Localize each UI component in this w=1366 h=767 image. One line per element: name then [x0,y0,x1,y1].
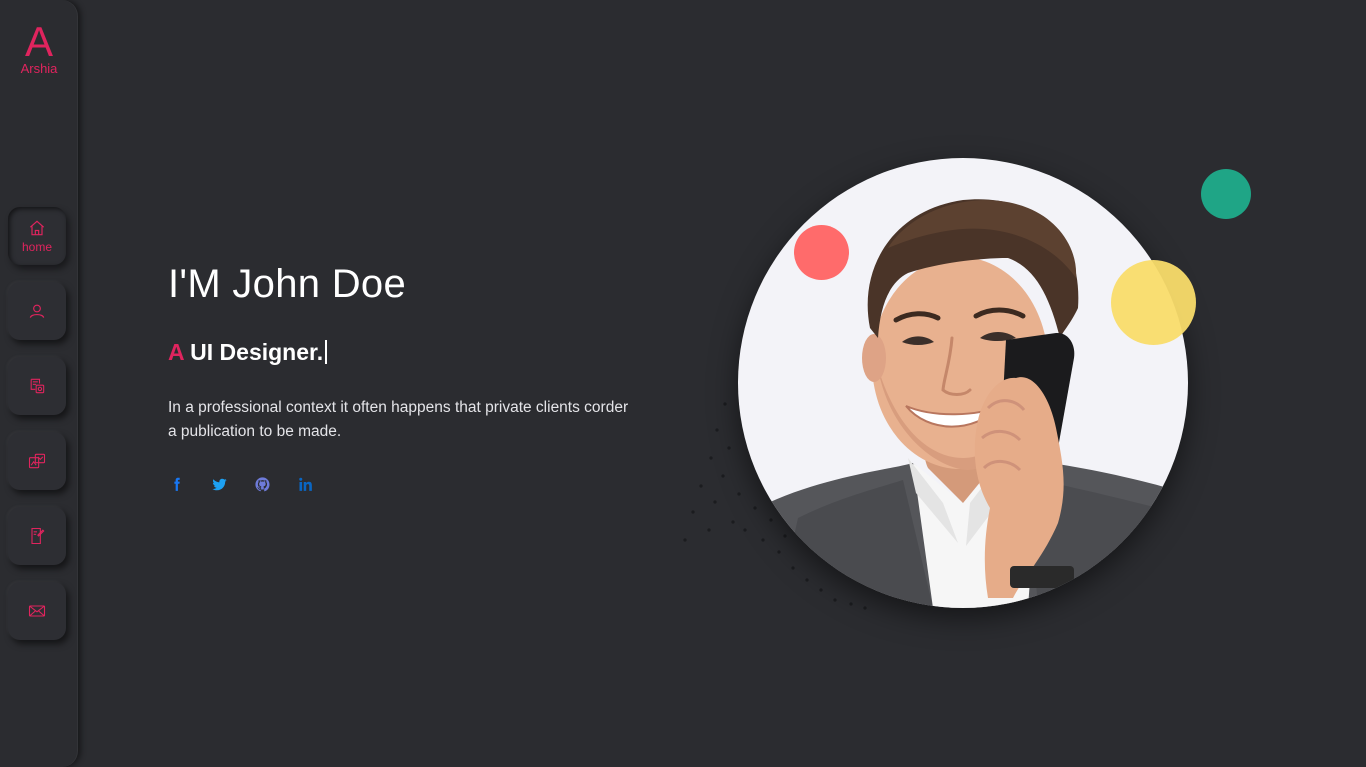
sidebar: A Arshia home [0,0,78,767]
twitter-icon [212,478,227,491]
bubble-yellow [1111,260,1196,345]
nav-label-home: home [21,240,53,254]
nav-item-about[interactable] [8,282,66,340]
user-icon [29,304,45,318]
blog-icon [31,527,45,545]
bubble-green [1201,169,1251,219]
linkedin-link[interactable] [297,476,314,493]
nav-item-contact[interactable] [8,582,66,640]
nav-item-home[interactable]: home [8,207,66,265]
typing-cursor [325,340,328,364]
nav-item-services[interactable] [8,357,66,415]
profile-photo [738,199,1188,608]
social-links [168,476,314,493]
mail-icon [28,605,46,617]
service-icon [30,378,45,394]
brand-letter: A [24,18,53,65]
page: A Arshia home I'M John Doe A UI Designer… [0,0,1366,767]
hero-subtitle: A UI Designer. [168,336,328,368]
facebook-link[interactable] [168,476,185,493]
github-link[interactable] [254,476,271,493]
github-icon [255,477,270,492]
bubble-red [794,225,849,280]
nav-item-blog[interactable] [8,507,66,565]
hero-description: In a professional context it often happe… [168,399,629,440]
hero-title: I'M John Doe [168,262,407,306]
portfolio-icon [28,453,46,469]
subtitle-accent: A [168,339,184,365]
home-icon [29,220,45,236]
brand-logo[interactable]: A Arshia [0,20,78,76]
profile-portrait [738,158,1188,608]
nav-item-portfolio[interactable] [8,432,66,490]
facebook-icon [174,477,180,491]
brand-name: Arshia [20,61,58,76]
subtitle-text: UI Designer. [190,339,324,365]
linkedin-icon [299,477,312,491]
twitter-link[interactable] [211,476,228,493]
